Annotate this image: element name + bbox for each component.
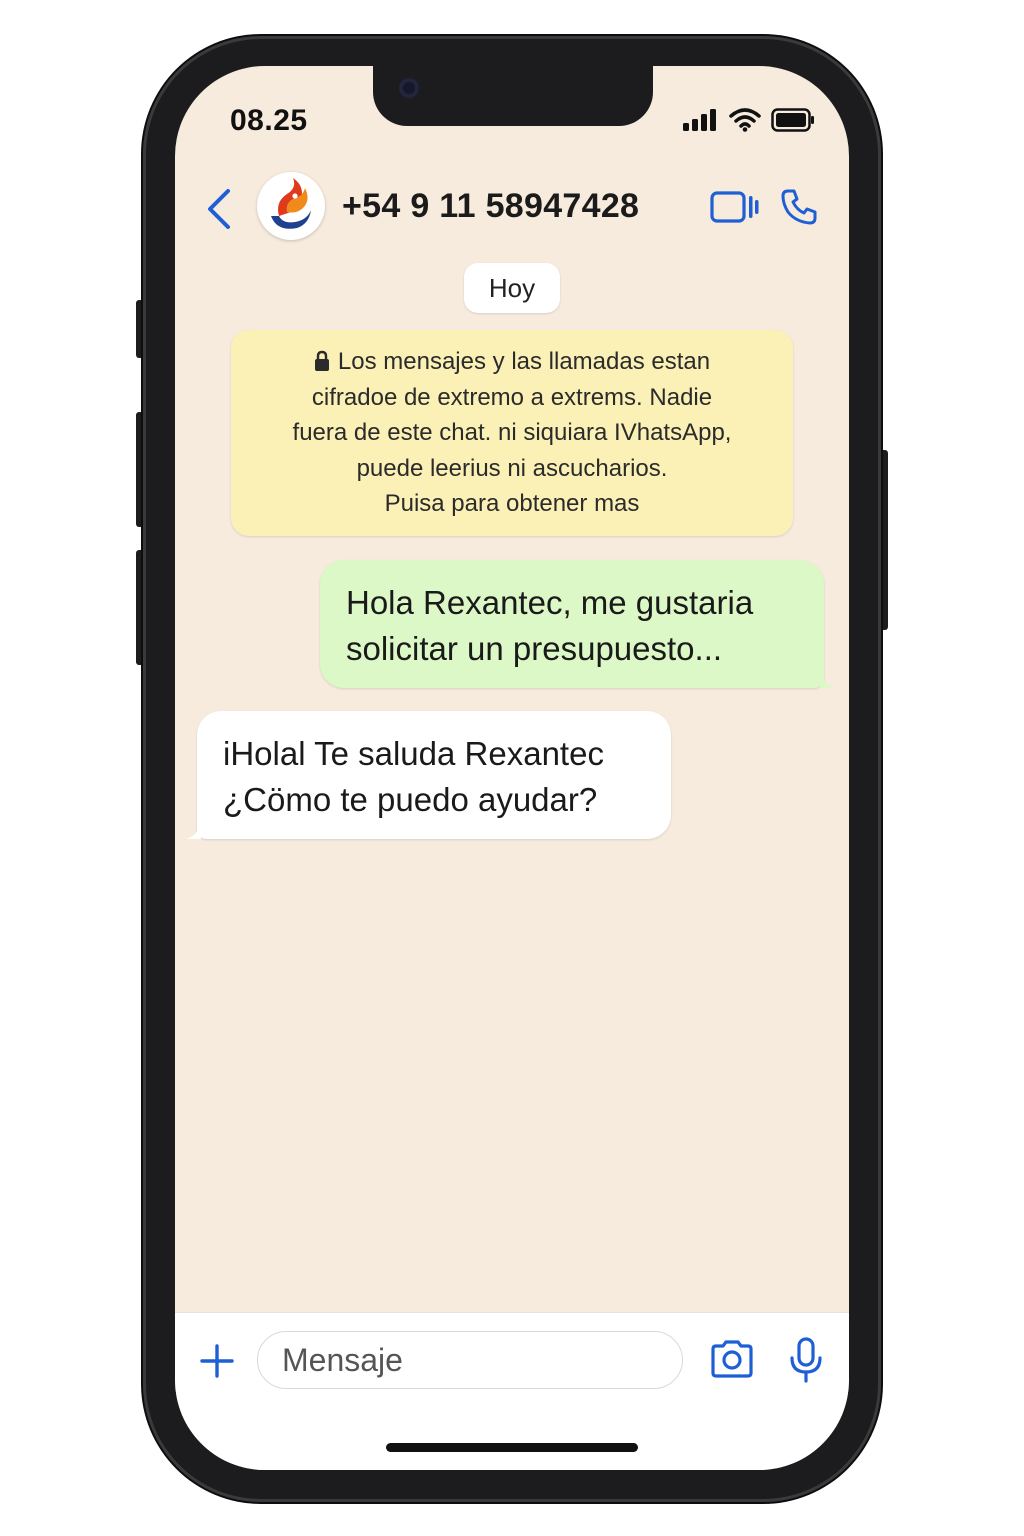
video-call-icon[interactable]	[710, 190, 760, 224]
plus-icon[interactable]	[199, 1343, 235, 1379]
message-input[interactable]	[257, 1331, 683, 1389]
microphone-icon[interactable]	[789, 1337, 823, 1383]
incoming-message-line-2: ¿Cömo te puedo ayudar?	[223, 781, 598, 818]
outgoing-message-line-2: solicitar un presupuesto...	[346, 630, 723, 667]
chat-header: +54 9 11 58947428	[175, 170, 849, 244]
incoming-message-line-1: iHolal Te saluda Rexantec	[223, 735, 604, 772]
outgoing-message-line-1: Hola Rexantec, me gustaria	[346, 584, 754, 621]
front-camera	[399, 78, 419, 98]
avatar[interactable]	[257, 172, 325, 240]
status-icons	[683, 108, 815, 132]
outgoing-bubble-tail	[820, 672, 836, 688]
encryption-notice-line-1: Los mensajes y las llamadas estan	[251, 344, 773, 380]
battery-icon	[771, 108, 814, 132]
encryption-notice-learn-more[interactable]: Puisa para obtener mas	[251, 486, 773, 522]
lock-icon	[314, 350, 329, 371]
camera-icon[interactable]	[709, 1339, 755, 1379]
date-chip: Hoy	[464, 263, 560, 313]
home-indicator[interactable]	[386, 1443, 638, 1452]
incoming-bubble-tail	[185, 823, 201, 839]
wifi-icon	[729, 108, 761, 132]
notch	[373, 66, 653, 126]
incoming-message-bubble[interactable]: iHolal Te saluda Rexantec ¿Cömo te puedo…	[185, 711, 671, 839]
signal-icon	[683, 109, 716, 131]
phone-call-icon[interactable]	[780, 188, 818, 226]
encryption-notice-line-2: cifradoe de extremo a extrems. Nadie	[311, 383, 713, 411]
encryption-notice-text-1: Los mensajes y las llamadas estan	[337, 348, 711, 375]
back-icon[interactable]	[205, 188, 233, 230]
outgoing-message-bubble[interactable]: Hola Rexantec, me gustaria solicitar un …	[320, 560, 836, 688]
encryption-notice[interactable]: Los mensajes y las llamadas estan cifrad…	[231, 330, 793, 536]
rexantec-logo-icon	[271, 178, 311, 229]
phone-screen: 08.25 +54 9 11 58947428 Hoy Los mensajes…	[175, 66, 849, 1470]
encryption-notice-line-3: fuera de este chat. ni siquiara IVhatsAp…	[292, 419, 732, 446]
message-input-bar	[175, 1312, 849, 1470]
status-time: 08.25	[230, 104, 308, 137]
encryption-notice-line-4: puede leerius ni ascucharios.	[356, 454, 668, 482]
contact-name[interactable]: +54 9 11 58947428	[342, 187, 639, 226]
